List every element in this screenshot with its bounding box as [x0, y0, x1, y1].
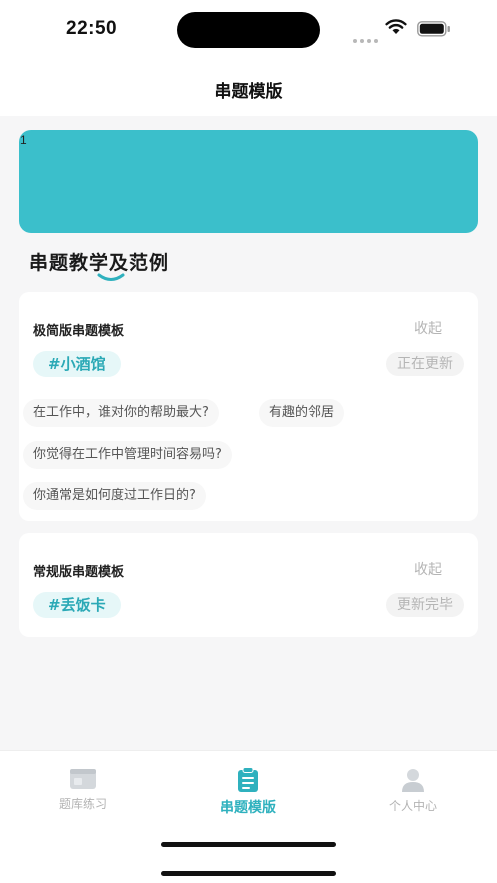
- cellular-signal-icon: [353, 28, 381, 47]
- question-item[interactable]: 有趣的邻居: [259, 399, 345, 427]
- title-underline-decoration: [97, 273, 125, 281]
- tab-templates[interactable]: 串题模版: [188, 767, 308, 817]
- update-status-badge: 更新完毕: [386, 593, 464, 617]
- topic-tag[interactable]: #小酒馆: [33, 351, 121, 377]
- battery-icon: [417, 21, 450, 37]
- navigation-bar: 串题模版: [0, 60, 497, 116]
- tab-label: 串题模版: [220, 800, 276, 816]
- question-item[interactable]: 你觉得在工作中管理时间容易吗?: [23, 441, 232, 469]
- page-title: 串题模版: [214, 82, 283, 102]
- question-item[interactable]: 你通常是如何度过工作日的?: [23, 482, 206, 510]
- card-title: 极简版串题模板: [33, 324, 125, 339]
- document-icon: [238, 767, 258, 792]
- tab-label: 题库练习: [58, 797, 107, 811]
- section-title: 串题教学及范例: [29, 252, 170, 274]
- user-icon: [402, 769, 424, 792]
- question-item[interactable]: 在工作中，谁对你的帮助最大?: [23, 399, 219, 427]
- image-icon: [70, 769, 96, 789]
- tab-profile[interactable]: 个人中心: [353, 767, 473, 814]
- home-indicator: [161, 871, 336, 876]
- wifi-icon: [385, 19, 407, 34]
- tab-question-bank[interactable]: 题库练习: [23, 767, 143, 812]
- template-card-regular: 常规版串题模板 收起 #丢饭卡 更新完毕: [19, 533, 478, 637]
- card-title: 常规版串题模板: [33, 565, 125, 580]
- tab-bar: 题库练习 串题模版 个人中心: [0, 750, 497, 883]
- collapse-button[interactable]: 收起: [414, 559, 442, 579]
- home-indicator: [161, 842, 336, 847]
- status-time: 22:50: [66, 18, 118, 39]
- banner-carousel[interactable]: 1: [19, 130, 478, 233]
- topic-tag[interactable]: #丢饭卡: [33, 592, 121, 618]
- tab-label: 个人中心: [388, 799, 437, 813]
- update-status-badge: 正在更新: [386, 352, 464, 376]
- collapse-button[interactable]: 收起: [414, 318, 442, 338]
- banner-index-label: 1: [20, 133, 27, 147]
- template-card-minimal: 极简版串题模板 收起 #小酒馆 正在更新 在工作中，谁对你的帮助最大? 有趣的邻…: [19, 292, 478, 521]
- dynamic-island: [177, 12, 320, 48]
- status-bar: 22:50: [0, 0, 497, 60]
